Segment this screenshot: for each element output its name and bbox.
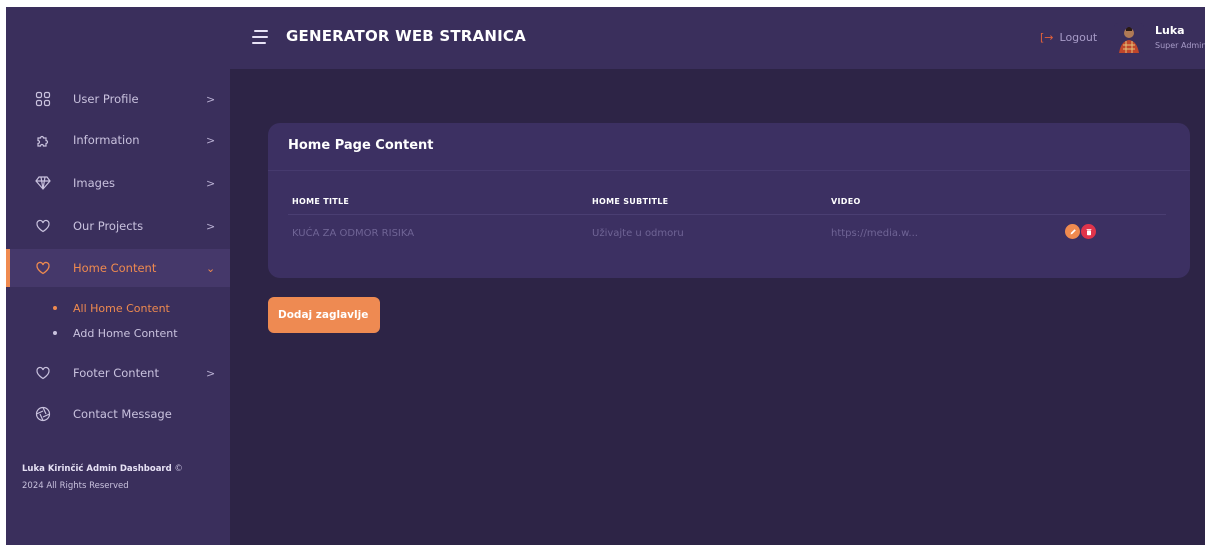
sidebar-item-label: Home Content bbox=[73, 261, 157, 275]
sidebar-brand-area bbox=[6, 7, 230, 69]
sidebar-item-label: Footer Content bbox=[73, 366, 159, 380]
pencil-icon bbox=[1070, 228, 1076, 234]
top-header: GENERATOR WEB STRANICA [→ Logout Luka Su… bbox=[230, 7, 1205, 69]
grid-icon bbox=[34, 90, 52, 108]
sidebar: User Profile > Information > Images > Ou… bbox=[6, 7, 230, 545]
diamond-icon bbox=[34, 174, 52, 192]
sidebar-item-label: Images bbox=[73, 176, 116, 190]
sidebar-item-home-content[interactable]: Home Content ⌄ bbox=[6, 249, 230, 287]
logout-icon: [→ bbox=[1040, 31, 1054, 44]
sidebar-item-our-projects[interactable]: Our Projects > bbox=[6, 207, 230, 245]
column-header-home-subtitle: HOME SUBTITLE bbox=[592, 197, 669, 206]
app-title: GENERATOR WEB STRANICA bbox=[286, 27, 526, 45]
aperture-icon bbox=[34, 405, 52, 423]
sidebar-subitem-add-home-content[interactable]: Add Home Content bbox=[6, 322, 230, 344]
chevron-right-icon: > bbox=[206, 92, 216, 106]
avatar[interactable] bbox=[1114, 23, 1144, 53]
sidebar-item-contact-message[interactable]: Contact Message bbox=[6, 395, 230, 433]
bullet-icon bbox=[53, 331, 57, 335]
edit-button[interactable] bbox=[1065, 224, 1080, 239]
sidebar-subitem-label: Add Home Content bbox=[73, 326, 178, 340]
divider bbox=[288, 214, 1166, 215]
chevron-right-icon: > bbox=[206, 366, 216, 380]
column-header-video: VIDEO bbox=[831, 197, 861, 206]
home-content-card: Home Page Content HOME TITLE HOME SUBTIT… bbox=[268, 123, 1190, 278]
column-header-home-title: HOME TITLE bbox=[292, 197, 350, 206]
sidebar-subitem-label: All Home Content bbox=[73, 301, 170, 315]
copyright-rights: 2024 All Rights Reserved bbox=[22, 481, 129, 491]
sidebar-item-images[interactable]: Images > bbox=[6, 164, 230, 202]
cell-video: https://media.w... bbox=[831, 228, 918, 239]
sidebar-item-footer-content[interactable]: Footer Content > bbox=[6, 354, 230, 392]
sidebar-item-user-profile[interactable]: User Profile > bbox=[6, 80, 230, 118]
cell-home-title: KUĆA ZA ODMOR RISIKA bbox=[292, 228, 415, 239]
logout-button[interactable]: [→ Logout bbox=[1040, 31, 1097, 44]
logout-label: Logout bbox=[1059, 31, 1098, 44]
menu-toggle-icon[interactable] bbox=[250, 27, 270, 47]
trash-icon bbox=[1086, 228, 1091, 235]
heart-icon bbox=[34, 217, 52, 235]
bullet-icon bbox=[53, 306, 57, 310]
add-header-button[interactable]: Dodaj zaglavlje bbox=[268, 297, 380, 333]
chevron-right-icon: > bbox=[206, 176, 216, 190]
card-title: Home Page Content bbox=[288, 138, 434, 153]
delete-button[interactable] bbox=[1081, 224, 1096, 239]
puzzle-icon bbox=[34, 131, 52, 149]
chevron-down-icon: ⌄ bbox=[206, 261, 216, 275]
copyright-owner: Luka Kirinčić Admin Dashboard bbox=[22, 464, 172, 474]
sidebar-item-label: Our Projects bbox=[73, 219, 144, 233]
cell-home-subtitle: Uživajte u odmoru bbox=[592, 228, 684, 239]
chevron-right-icon: > bbox=[206, 219, 216, 233]
sidebar-subitem-all-home-content[interactable]: All Home Content bbox=[6, 297, 230, 319]
divider bbox=[268, 170, 1190, 171]
copyright: Luka Kirinčić Admin Dashboard © 2024 All… bbox=[22, 461, 222, 495]
user-role: Super Admin bbox=[1155, 41, 1205, 50]
copyright-symbol: © bbox=[174, 464, 183, 474]
sidebar-item-label: User Profile bbox=[73, 92, 139, 106]
heart-icon bbox=[34, 259, 52, 277]
chevron-right-icon: > bbox=[206, 133, 216, 147]
app-frame: User Profile > Information > Images > Ou… bbox=[6, 7, 1205, 545]
sidebar-item-information[interactable]: Information > bbox=[6, 121, 230, 159]
sidebar-item-label: Contact Message bbox=[73, 407, 172, 421]
heart-icon bbox=[34, 364, 52, 382]
sidebar-item-label: Information bbox=[73, 133, 140, 147]
user-name: Luka bbox=[1155, 24, 1185, 37]
